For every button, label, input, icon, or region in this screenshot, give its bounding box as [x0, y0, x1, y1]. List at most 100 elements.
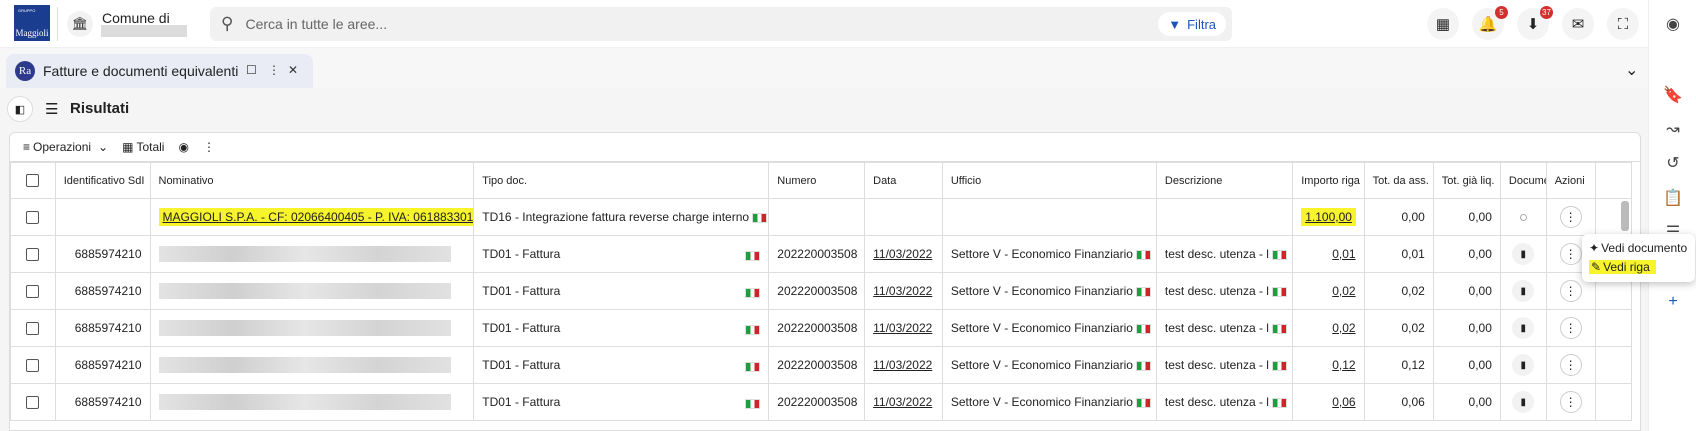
cell-descrizione: test desc. utenza - l	[1155, 235, 1294, 273]
history-icon[interactable]: ↺	[1661, 151, 1685, 175]
bell-icon: 🔔	[1478, 16, 1498, 33]
row-actions-button[interactable]: ⋮	[1559, 391, 1582, 413]
close-icon[interactable]: ✕	[288, 63, 298, 77]
notifications-button[interactable]: 🔔 5	[1472, 6, 1508, 40]
operations-button[interactable]: ≡ Operazioni ⌄	[23, 140, 108, 154]
row-actions-button[interactable]: ⋮	[1559, 243, 1582, 265]
toolbar-more-button[interactable]: ⋮	[203, 140, 215, 154]
col-header-data[interactable]: Data	[864, 162, 943, 199]
cell-azioni[interactable]: ⋮	[1545, 346, 1596, 384]
global-search[interactable]: ⚲ Cerca in tutte le aree... ▼ Filtra	[210, 7, 1232, 41]
search-input[interactable]: Cerca in tutte le aree...	[245, 16, 387, 32]
eye-icon: ◉	[178, 140, 189, 154]
tab-fatture[interactable]: Ra Fatture e documenti equivalenti ☐ ⋮ ✕	[6, 54, 313, 88]
downloads-button[interactable]: ⬇ 37	[1517, 6, 1553, 40]
table-row[interactable]: 6885974210 TD01 - Fattura 202220003508 1…	[10, 383, 1633, 421]
cell-azioni[interactable]: ⋮	[1545, 383, 1596, 421]
row-checkbox[interactable]	[10, 309, 56, 347]
col-header-id[interactable]: Identificativo SdI	[54, 162, 151, 199]
trend-icon[interactable]: ↝	[1661, 117, 1685, 141]
cell-data[interactable]: 11/03/2022	[864, 346, 943, 384]
mail-button[interactable]: ✉	[1562, 8, 1594, 40]
col-header-descrizione[interactable]: Descrizione	[1155, 162, 1294, 199]
document-icon[interactable]: ▮	[1512, 280, 1535, 302]
row-checkbox[interactable]	[10, 235, 56, 273]
municipality-icon[interactable]: 🏛	[67, 11, 93, 37]
cell-documento	[1499, 198, 1547, 236]
bookmark-icon[interactable]: 🔖	[1661, 83, 1685, 107]
chevron-down-icon[interactable]: ⌄	[1625, 60, 1638, 80]
bookmark-tab-icon[interactable]: ☐	[246, 63, 257, 77]
col-header-tot-liq[interactable]: Tot. già liq.	[1432, 162, 1501, 199]
document-icon[interactable]: ▮	[1512, 243, 1535, 265]
cell-descrizione: test desc. utenza - l	[1155, 309, 1294, 347]
cell-data[interactable]: 11/03/2022	[864, 383, 943, 421]
cell-nominativo[interactable]: MAGGIOLI S.P.A. - CF: 02066400405 - P. I…	[149, 198, 475, 236]
row-actions-button[interactable]: ⋮	[1559, 206, 1582, 228]
row-checkbox[interactable]	[10, 272, 56, 310]
col-header-nominativo[interactable]: Nominativo	[149, 162, 475, 199]
table-scrollbar[interactable]	[1621, 201, 1629, 231]
cell-importo[interactable]: 0,01	[1292, 235, 1365, 273]
cell-data[interactable]: 11/03/2022	[864, 235, 943, 273]
account-icon[interactable]: ◉	[1661, 12, 1685, 36]
document-icon[interactable]: ▮	[1512, 391, 1535, 413]
row-actions-button[interactable]: ⋮	[1559, 317, 1582, 339]
cell-documento[interactable]: ▮	[1499, 235, 1547, 273]
select-all-checkbox[interactable]	[10, 162, 56, 199]
row-checkbox[interactable]	[10, 346, 56, 384]
cell-importo[interactable]: 1.100,00	[1292, 198, 1365, 236]
fullscreen-button[interactable]: ⛶	[1607, 8, 1639, 40]
cell-ufficio	[941, 198, 1157, 236]
sidebar-toggle-button[interactable]: ◧	[7, 96, 33, 122]
cell-documento[interactable]: ▮	[1499, 272, 1547, 310]
menu-item-vedi-documento[interactable]: ✦ Vedi documento	[1589, 241, 1687, 255]
maggioli-logo[interactable]: GRUPPO Maggioli	[14, 5, 50, 41]
cell-tot-liq: 0,00	[1432, 198, 1501, 236]
cell-data[interactable]: 11/03/2022	[864, 272, 943, 310]
cell-importo[interactable]: 0,06	[1292, 383, 1365, 421]
clipboard-icon[interactable]: 📋	[1661, 186, 1685, 210]
menu-icon: ≡	[23, 140, 31, 154]
cell-tot-liq: 0,00	[1432, 309, 1501, 347]
row-checkbox[interactable]	[10, 198, 56, 236]
menu-item-vedi-riga[interactable]: ✎ Vedi riga	[1589, 260, 1656, 274]
row-actions-button[interactable]: ⋮	[1559, 280, 1582, 302]
cell-azioni[interactable]: ⋮	[1545, 198, 1596, 236]
cell-data[interactable]: 11/03/2022	[864, 309, 943, 347]
cell-importo[interactable]: 0,02	[1292, 309, 1365, 347]
cell-tot-liq: 0,00	[1432, 346, 1501, 384]
municipality-title: Comune di	[102, 10, 170, 26]
cell-importo[interactable]: 0,12	[1292, 346, 1365, 384]
content-area: ◧ ☰ Risultati ≡ Operazioni ⌄ ▦ Totali ◉ …	[0, 88, 1648, 431]
col-header-tot-ass[interactable]: Tot. da ass.	[1363, 162, 1434, 199]
col-header-numero[interactable]: Numero	[768, 162, 866, 199]
row-checkbox[interactable]	[10, 383, 56, 421]
cell-azioni[interactable]: ⋮	[1545, 309, 1596, 347]
dashboard-button[interactable]: ▦	[1427, 8, 1459, 40]
table-row[interactable]: 6885974210 TD01 - Fattura 202220003508 1…	[10, 235, 1633, 273]
tab-menu-icon[interactable]: ⋮	[268, 63, 280, 77]
totals-button[interactable]: ▦ Totali	[122, 140, 164, 154]
table-row[interactable]: MAGGIOLI S.P.A. - CF: 02066400405 - P. I…	[10, 198, 1633, 236]
visibility-button[interactable]: ◉	[178, 140, 188, 154]
nominativo-link[interactable]: MAGGIOLI S.P.A. - CF: 02066400405 - P. I…	[158, 208, 473, 226]
col-header-documento[interactable]: Docume	[1499, 162, 1547, 199]
table-row[interactable]: 6885974210 TD01 - Fattura 202220003508 1…	[10, 272, 1633, 310]
filter-button[interactable]: ▼ Filtra	[1158, 12, 1226, 36]
cell-nominativo	[149, 309, 475, 347]
cell-ufficio: Settore V - Economico Finanziario	[941, 309, 1157, 347]
document-icon[interactable]: ▮	[1512, 354, 1535, 376]
row-actions-button[interactable]: ⋮	[1559, 354, 1582, 376]
plus-icon[interactable]: +	[1661, 290, 1685, 314]
col-header-importo[interactable]: Importo riga	[1292, 162, 1365, 199]
table-row[interactable]: 6885974210 TD01 - Fattura 202220003508 1…	[10, 346, 1633, 384]
cell-documento[interactable]: ▮	[1499, 346, 1547, 384]
cell-documento[interactable]: ▮	[1499, 383, 1547, 421]
cell-documento[interactable]: ▮	[1499, 309, 1547, 347]
document-icon[interactable]: ▮	[1512, 317, 1535, 339]
cell-importo[interactable]: 0,02	[1292, 272, 1365, 310]
col-header-ufficio[interactable]: Ufficio	[941, 162, 1157, 199]
table-row[interactable]: 6885974210 TD01 - Fattura 202220003508 1…	[10, 309, 1633, 347]
col-header-tipo[interactable]: Tipo doc.	[473, 162, 770, 199]
